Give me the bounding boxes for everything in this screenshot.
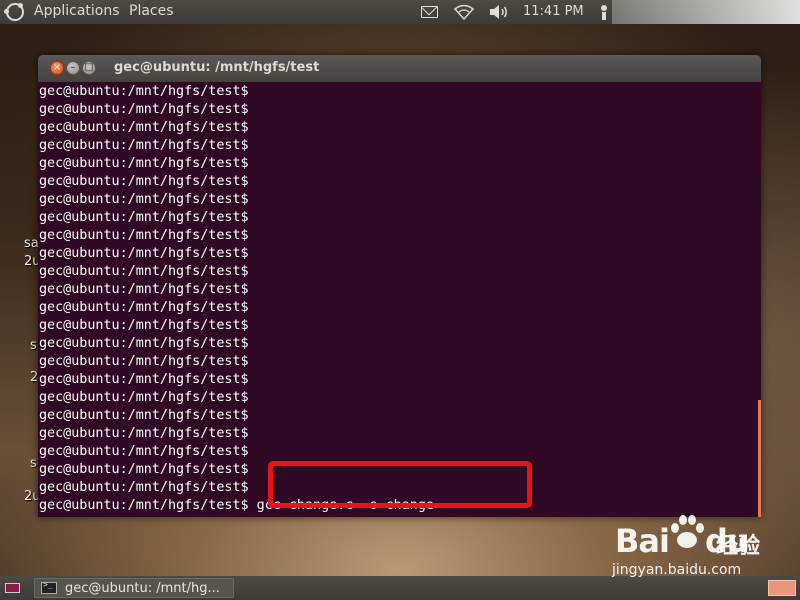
terminal-line: gec@ubuntu:/mnt/hgfs/test$ [39,155,761,173]
terminal-line: gec@ubuntu:/mnt/hgfs/test$ [39,227,761,245]
window-title: gec@ubuntu: /mnt/hgfs/test [114,60,320,75]
terminal-prompt: gec@ubuntu:/mnt/hgfs/test$ [39,498,249,513]
terminal-line: gec@ubuntu:/mnt/hgfs/test$ [39,209,761,227]
minimize-button[interactable]: – [66,61,80,75]
top-panel: Applications Places 11:41 PM [0,0,800,24]
terminal-prompt: gec@ubuntu:/mnt/hgfs/test$ [39,515,249,517]
terminal-prompt: gec@ubuntu:/mnt/hgfs/test$ [39,336,249,351]
terminal-line: gec@ubuntu:/mnt/hgfs/test$ [39,425,761,443]
terminal-line: gec@ubuntu:/mnt/hgfs/test$ [39,353,761,371]
watermark-url: jingyan.baidu.com [612,562,742,578]
terminal-line: gec@ubuntu:/mnt/hgfs/test$ [39,101,761,119]
terminal-prompt: gec@ubuntu:/mnt/hgfs/test$ [39,102,249,117]
terminal-prompt: gec@ubuntu:/mnt/hgfs/test$ [39,462,249,477]
terminal-line: gec@ubuntu:/mnt/hgfs/test$ [39,119,761,137]
terminal-line: gec@ubuntu:/mnt/hgfs/test$ [39,335,761,353]
terminal-prompt: gec@ubuntu:/mnt/hgfs/test$ [39,84,249,99]
terminal-line: gec@ubuntu:/mnt/hgfs/test$ [39,317,761,335]
workspace-switcher[interactable] [768,580,796,596]
terminal-line: gec@ubuntu:/mnt/hgfs/test$ [39,191,761,209]
terminal-line: gec@ubuntu:/mnt/hgfs/test$ [39,443,761,461]
terminal-icon [41,580,57,594]
terminal-prompt: gec@ubuntu:/mnt/hgfs/test$ [39,480,249,495]
taskbar-label: gec@ubuntu: /mnt/hg... [65,580,220,596]
blurred-panel-area [612,0,800,24]
terminal-prompt: gec@ubuntu:/mnt/hgfs/test$ [39,408,249,423]
terminal-prompt: gec@ubuntu:/mnt/hgfs/test$ [39,192,249,207]
terminal-line: gec@ubuntu:/mnt/hgfs/test$ [39,137,761,155]
scrollbar-thumb[interactable] [758,400,761,517]
terminal-prompt: gec@ubuntu:/mnt/hgfs/test$ [39,354,249,369]
terminal-prompt: gec@ubuntu:/mnt/hgfs/test$ [39,210,249,225]
terminal-prompt: gec@ubuntu:/mnt/hgfs/test$ [39,372,249,387]
maximize-button[interactable]: □ [82,61,96,75]
ubuntu-logo-icon[interactable] [4,3,24,21]
desktop-icon-label[interactable]: sa [24,236,39,251]
terminal-prompt: gec@ubuntu:/mnt/hgfs/test$ [39,264,249,279]
mail-icon[interactable] [421,6,438,18]
close-button[interactable]: × [50,61,64,75]
desktop-icon-label[interactable]: s [30,456,37,471]
terminal-line: gec@ubuntu:/mnt/hgfs/test$ [39,281,761,299]
terminal-prompt: gec@ubuntu:/mnt/hgfs/test$ [39,390,249,405]
terminal-line: gec@ubuntu:/mnt/hgfs/test$ [39,173,761,191]
terminal-prompt: gec@ubuntu:/mnt/hgfs/test$ [39,174,249,189]
clock[interactable]: 11:41 PM [523,4,584,19]
terminal-prompt: gec@ubuntu:/mnt/hgfs/test$ [39,120,249,135]
desktop-icon-label[interactable]: s [30,338,37,353]
command-highlight-box [268,461,532,508]
terminal-prompt: gec@ubuntu:/mnt/hgfs/test$ [39,138,249,153]
terminal-prompt: gec@ubuntu:/mnt/hgfs/test$ [39,426,249,441]
terminal-line: gec@ubuntu:/mnt/hgfs/test$ [39,407,761,425]
volume-icon[interactable] [488,4,510,20]
menu-places[interactable]: Places [129,3,174,19]
terminal-line: gec@ubuntu:/mnt/hgfs/test$ [39,245,761,263]
baidu-watermark: Bai du 经验 jingyan.baidu.com [612,512,762,582]
terminal-prompt: gec@ubuntu:/mnt/hgfs/test$ [39,282,249,297]
show-desktop-icon[interactable] [5,583,20,593]
window-titlebar[interactable]: × – □ gec@ubuntu: /mnt/hgfs/test [38,55,761,82]
wifi-icon[interactable] [454,4,474,20]
menu-applications[interactable]: Applications [34,3,120,19]
terminal-line: gec@ubuntu:/mnt/hgfs/test$ [39,371,761,389]
user-icon[interactable] [597,4,611,20]
terminal-output[interactable]: gec@ubuntu:/mnt/hgfs/test$ gec@ubuntu:/mn… [38,82,761,517]
terminal-line: gec@ubuntu:/mnt/hgfs/test$ [39,299,761,317]
terminal-prompt: gec@ubuntu:/mnt/hgfs/test$ [39,300,249,315]
terminal-line: gec@ubuntu:/mnt/hgfs/test$ [39,263,761,281]
terminal-window[interactable]: × – □ gec@ubuntu: /mnt/hgfs/test gec@ubu… [38,55,761,517]
watermark-text: 经验 [716,534,761,559]
terminal-prompt: gec@ubuntu:/mnt/hgfs/test$ [39,228,249,243]
terminal-prompt: gec@ubuntu:/mnt/hgfs/test$ [39,318,249,333]
taskbar-terminal-button[interactable]: gec@ubuntu: /mnt/hg... [34,578,234,598]
paw-icon [671,515,704,548]
terminal-line: gec@ubuntu:/mnt/hgfs/test$ [39,389,761,407]
terminal-prompt: gec@ubuntu:/mnt/hgfs/test$ [39,246,249,261]
terminal-prompt: gec@ubuntu:/mnt/hgfs/test$ [39,156,249,171]
terminal-line: gec@ubuntu:/mnt/hgfs/test$ [39,83,761,101]
terminal-prompt: gec@ubuntu:/mnt/hgfs/test$ [39,444,249,459]
